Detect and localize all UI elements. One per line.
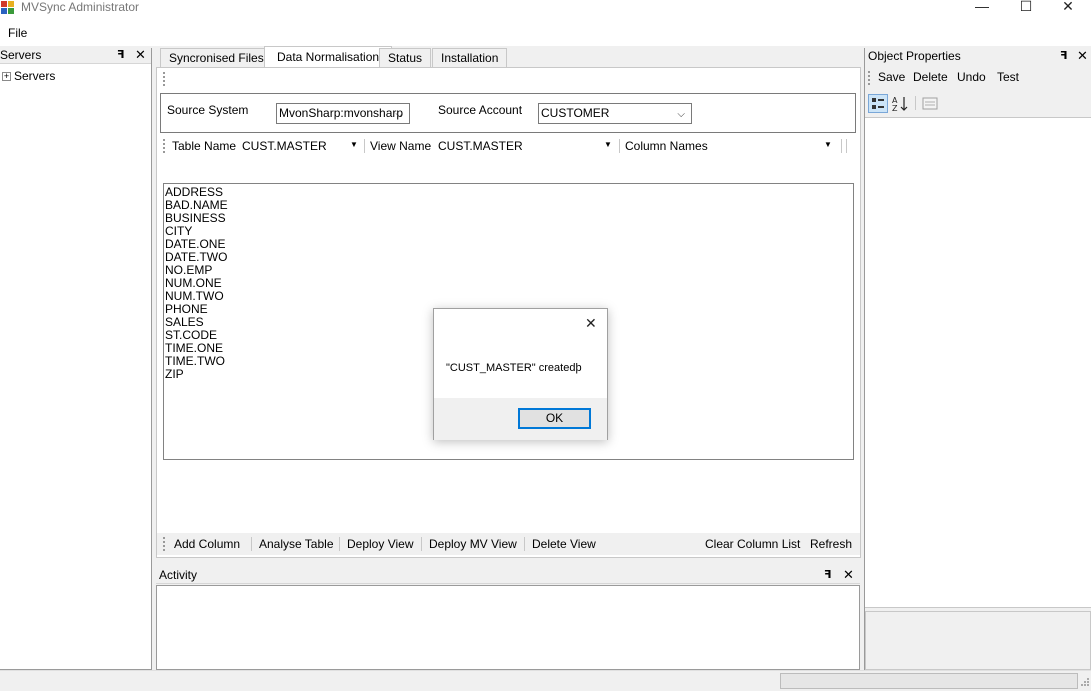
close-icon[interactable]: ✕ (1077, 48, 1088, 64)
resize-grip-icon[interactable] (1080, 676, 1090, 688)
property-description (865, 611, 1091, 670)
view-name-label: View Name (370, 139, 432, 153)
toolbar-separator (915, 96, 916, 110)
pin-icon[interactable]: ꟻ (117, 48, 125, 63)
toolbar-separator (846, 139, 847, 153)
list-item[interactable]: CITY (164, 225, 853, 238)
toolbar-separator (421, 537, 422, 551)
source-account-dropdown[interactable]: CUSTOMER ⌵ (538, 103, 692, 124)
window-title: MVSync Administrator (21, 0, 140, 14)
menu-bar (0, 20, 1091, 46)
deploy-mv-view-button[interactable]: Deploy MV View (429, 537, 517, 551)
dialog-message: "CUST_MASTER" createdþ (446, 362, 582, 374)
toolbar-separator (251, 537, 252, 551)
toolbar-separator (841, 139, 842, 153)
svg-text:Z: Z (892, 104, 898, 113)
title-bar (0, 0, 1091, 20)
close-window-button[interactable]: ✕ (1045, 0, 1091, 18)
list-item[interactable]: NUM.ONE (164, 277, 853, 290)
deploy-view-button[interactable]: Deploy View (347, 537, 413, 551)
toolbar-grip[interactable] (163, 537, 165, 551)
column-names-combo[interactable]: ▼ (712, 137, 836, 155)
toolbar-separator (619, 139, 620, 153)
app-icon (1, 1, 15, 15)
save-button[interactable]: Save (878, 70, 905, 84)
tree-node-servers[interactable]: + Servers (2, 69, 55, 83)
pin-icon[interactable]: ꟻ (1060, 49, 1068, 62)
refresh-button[interactable]: Refresh (810, 537, 852, 551)
minimize-button[interactable]: — (959, 0, 1005, 18)
test-button[interactable]: Test (997, 70, 1019, 84)
source-system-label: Source System (167, 103, 249, 117)
list-item[interactable]: NO.EMP (164, 264, 853, 277)
toolbar-separator (339, 537, 340, 551)
delete-button[interactable]: Delete (913, 70, 948, 84)
servers-panel-header: Servers ꟻ ✕ (0, 47, 151, 64)
dialog-close-button[interactable]: ✕ (585, 315, 597, 332)
close-icon[interactable]: ✕ (843, 567, 854, 583)
list-item[interactable]: ADDRESS (164, 186, 853, 199)
clear-column-list-button[interactable]: Clear Column List (705, 537, 800, 551)
tab-syncronised-files[interactable]: Syncronised Files (160, 48, 273, 67)
toolbar-grip[interactable] (868, 71, 870, 85)
dialog-footer: OK (434, 398, 607, 440)
table-name-value: CUST.MASTER (242, 139, 327, 153)
dropdown-arrow-icon: ▼ (604, 140, 612, 149)
tab-installation[interactable]: Installation (432, 48, 508, 67)
maximize-button[interactable]: ☐ (1003, 0, 1049, 18)
message-dialog: ✕ "CUST_MASTER" createdþ OK (433, 308, 608, 440)
list-item[interactable]: BUSINESS (164, 212, 853, 225)
close-icon[interactable]: ✕ (135, 47, 146, 62)
tab-status[interactable]: Status (379, 48, 432, 67)
undo-button[interactable]: Undo (957, 70, 986, 84)
toolbar-grip[interactable] (163, 139, 165, 153)
tree-node-label: Servers (14, 69, 56, 83)
toolbar-separator (364, 139, 365, 153)
activity-panel-title: Activity (159, 568, 198, 582)
table-name-combo[interactable]: CUST.MASTER ▼ (240, 137, 360, 155)
source-account-value: CUSTOMER (541, 106, 610, 120)
toolbar-separator (524, 537, 525, 551)
list-item[interactable]: BAD.NAME (164, 199, 853, 212)
object-properties-header: Object Properties ꟻ ✕ (865, 48, 1091, 65)
source-account-label: Source Account (438, 103, 523, 117)
view-name-value: CUST.MASTER (438, 139, 523, 153)
pin-icon[interactable]: ꟻ (824, 568, 832, 581)
servers-panel-title: Servers (0, 48, 42, 62)
activity-panel-header: Activity ꟻ ✕ (156, 566, 860, 584)
list-item[interactable]: DATE.TWO (164, 251, 853, 264)
table-name-label: Table Name (172, 139, 237, 153)
property-pages-icon[interactable] (921, 95, 939, 112)
list-item[interactable]: NUM.TWO (164, 290, 853, 303)
delete-view-button[interactable]: Delete View (532, 537, 596, 551)
categorized-icon[interactable] (868, 94, 888, 113)
column-names-label: Column Names (625, 139, 708, 153)
expand-icon[interactable]: + (2, 72, 11, 82)
source-system-dropdown[interactable]: MvonSharp:mvonsharp ⌵ (276, 103, 410, 124)
activity-log[interactable] (156, 585, 860, 670)
view-name-combo[interactable]: CUST.MASTER ▼ (436, 137, 614, 155)
sort-alphabetical-icon[interactable]: A Z (891, 94, 911, 113)
source-system-value: MvonSharp:mvonsharp (279, 106, 404, 120)
add-column-button[interactable]: Add Column (174, 537, 240, 551)
ok-button[interactable]: OK (518, 408, 591, 429)
analyse-table-button[interactable]: Analyse Table (259, 537, 334, 551)
chevron-down-icon: ⌵ (395, 109, 403, 120)
tab-data-normalisation[interactable]: Data Normalisation (264, 46, 393, 68)
object-properties-title: Object Properties (868, 49, 961, 63)
servers-panel: Servers ꟻ ✕ + Servers (0, 47, 152, 670)
chevron-down-icon: ⌵ (677, 109, 685, 120)
status-progress-bar (780, 673, 1078, 689)
toolbar-grip[interactable] (163, 72, 165, 86)
list-item[interactable]: DATE.ONE (164, 238, 853, 251)
menu-file[interactable]: File (8, 26, 27, 40)
dropdown-arrow-icon: ▼ (350, 140, 358, 149)
object-properties-panel: Object Properties ꟻ ✕ Save Delete Undo T… (864, 48, 1091, 670)
dropdown-arrow-icon: ▼ (824, 140, 832, 149)
property-grid[interactable] (865, 117, 1091, 608)
